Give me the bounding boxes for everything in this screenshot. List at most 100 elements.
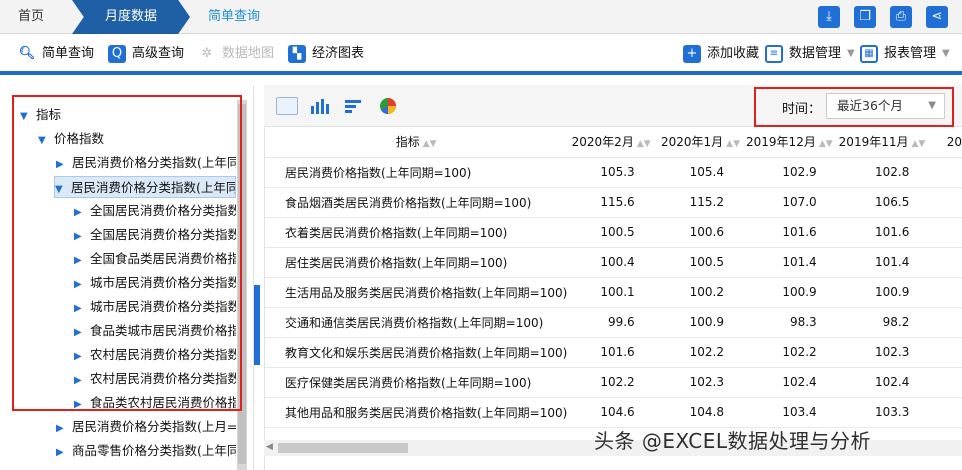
sort-icon: ▲▼ <box>726 139 741 150</box>
table-cell-value: 105.3 <box>567 157 657 188</box>
tree-leaf[interactable]: ▶ 农村居民消费价格分类指数( <box>74 344 236 366</box>
caret-right-icon: ▶ <box>56 159 64 170</box>
table-row[interactable]: 医疗保健类居民消费价格指数(上年同期=100) 102.2 102.3 102.4 10… <box>265 367 962 398</box>
table-row[interactable]: 生活用品及服务类居民消费价格指数(上年同期=100) 100.1 100.2 100.… <box>265 277 962 308</box>
time-range-select[interactable]: 最近36个月 ▼ <box>826 93 945 119</box>
share-icon[interactable]: ⋖ <box>926 6 948 28</box>
table-cell-empty <box>931 337 962 368</box>
col-header[interactable]: 20 <box>931 127 962 158</box>
row-indicator-name: 教育文化和娱乐类居民消费价格指数(上年同期=100) <box>265 337 568 368</box>
table-cell-value: 102.4 <box>838 367 932 398</box>
data-map-button[interactable]: ✲ 数据地图 <box>198 44 274 64</box>
tree-leaf[interactable]: ▶ 城市居民消费价格分类指数( <box>74 296 236 318</box>
tree-leaf[interactable]: ▶ 城市居民消费价格分类指数( <box>74 272 236 294</box>
caret-right-icon: ▶ <box>74 207 82 218</box>
data-table: 指标 ▲▼ 2020年2月 ▲▼ 2020年1月 ▲▼ 2019年12月 ▲▼ 2019… <box>265 127 962 428</box>
toolbar-divider <box>0 71 962 75</box>
caret-right-icon: ▶ <box>74 231 82 242</box>
table-row[interactable]: 衣着类居民消费价格指数(上年同期=100) 100.5 100.6 101.6 101.… <box>265 217 962 248</box>
report-manage-menu[interactable]: ▦ 报表管理 ▼ <box>860 44 950 64</box>
tree-leaf[interactable]: ▶ 全国居民消费价格分类指数( <box>74 224 236 246</box>
breadcrumb-month-data[interactable]: 月度数据 <box>72 0 190 34</box>
tree-leaf-label: 城市居民消费价格分类指数( <box>90 299 236 314</box>
breadcrumb-home[interactable]: 首页 <box>0 0 84 34</box>
table-icon: ▦ <box>860 45 878 63</box>
table-cell-value: 100.9 <box>838 277 932 308</box>
table-cell-value: 100.6 <box>656 217 747 248</box>
table-cell-value: 102.2 <box>746 337 839 368</box>
table-cell-value: 100.5 <box>567 217 657 248</box>
tree-node-label: 价格指数 <box>54 131 105 146</box>
chevron-down-icon: ▼ <box>847 48 855 59</box>
col-header[interactable]: 2020年2月 ▲▼ <box>567 127 657 158</box>
top-icon-group: ⤓ ❐ ⎙ ⋖ <box>818 6 948 28</box>
tree-leaf-label: 食品类农村居民消费价格指 <box>90 395 236 410</box>
print-icon[interactable]: ⎙ <box>890 6 912 28</box>
tree-leaf[interactable]: ▶ 农村居民消费价格分类指数( <box>74 368 236 390</box>
tree-node[interactable]: ▶ 商品零售价格分类指数(上年同期 <box>56 440 236 462</box>
simple-query-button[interactable]: 🔍︎ 简单查询 <box>18 44 94 64</box>
tree-leaf[interactable]: ▶ 食品类农村居民消费价格指 <box>74 392 236 414</box>
top-bar: 首页 月度数据 简单查询 ⤓ ❐ ⎙ ⋖ <box>0 0 962 34</box>
tree-node[interactable]: ▶ 居民消费价格分类指数(上年同期 <box>56 152 236 174</box>
table-cell-empty <box>931 277 962 308</box>
advanced-search-icon: Q <box>108 45 126 63</box>
table-cell-empty <box>931 187 962 218</box>
tree-leaf[interactable]: ▶ 全国食品类居民消费价格指 <box>74 248 236 270</box>
breadcrumb-current: 简单查询 <box>208 9 261 24</box>
table-row[interactable]: 其他用品和服务类居民消费价格指数(上年同期=100) 104.6 104.8 103.… <box>265 397 962 428</box>
tree-leaf[interactable]: ▶ 全国居民消费价格分类指数( <box>74 200 236 222</box>
advanced-query-button[interactable]: Q 高级查询 <box>108 44 184 64</box>
caret-right-icon: ▶ <box>74 255 82 266</box>
table-header-row: 指标 ▲▼ 2020年2月 ▲▼ 2020年1月 ▲▼ 2019年12月 ▲▼ 2019… <box>265 127 962 158</box>
caret-right-icon: ▶ <box>56 423 64 434</box>
tree-node-price-index[interactable]: ▼ 价格指数 <box>38 128 104 150</box>
tree-node-label: 商品零售价格分类指数(上年同期 <box>72 443 236 458</box>
horizontal-scrollbar-thumb[interactable] <box>278 443 408 453</box>
map-icon: ✲ <box>201 46 213 61</box>
col-header[interactable]: 2019年12月 ▲▼ <box>746 127 839 158</box>
caret-down-icon: ▼ <box>38 135 46 146</box>
pie-chart-icon[interactable] <box>377 97 399 115</box>
col-header[interactable]: 2020年1月 ▲▼ <box>656 127 747 158</box>
scroll-left-icon[interactable]: ◀ <box>266 442 273 452</box>
table-row[interactable]: 交通和通信类居民消费价格指数(上年同期=100) 99.6 100.9 98.3 98.… <box>265 307 962 338</box>
download-icon[interactable]: ⤓ <box>818 6 840 28</box>
report-manage-label: 报表管理 <box>884 46 937 61</box>
table-row[interactable]: 居民消费价格指数(上年同期=100) 105.3 105.4 102.9 102.8 <box>265 157 962 188</box>
table-row[interactable]: 教育文化和娱乐类居民消费价格指数(上年同期=100) 101.6 102.2 102.… <box>265 337 962 368</box>
tree-root-label: 指标 <box>36 107 62 122</box>
table-cell-value: 101.6 <box>838 217 932 248</box>
tree-leaf-label: 全国居民消费价格分类指数( <box>90 227 236 242</box>
table-row[interactable]: 居住类居民消费价格指数(上年同期=100) 100.4 100.5 101.4 101.… <box>265 247 962 278</box>
table-cell-value: 100.9 <box>656 307 747 338</box>
tree-scrollbar-thumb[interactable] <box>238 104 246 464</box>
bar-chart-icon[interactable] <box>309 97 331 115</box>
data-map-label: 数据地图 <box>222 46 275 61</box>
tree-scrollbar[interactable] <box>237 100 247 470</box>
tree-leaf[interactable]: ▶ 食品类城市居民消费价格指 <box>74 320 236 342</box>
horizontal-bar-icon[interactable] <box>343 97 365 115</box>
tree-root[interactable]: ▼ 指标 <box>20 104 61 126</box>
chart-grid-icon: ▚ <box>288 45 306 63</box>
col-header[interactable]: 2019年11月 ▲▼ <box>838 127 932 158</box>
table-cell-empty <box>931 397 962 428</box>
table-view-icon[interactable] <box>276 97 298 115</box>
panel-splitter[interactable] <box>254 285 260 365</box>
table-cell-value: 102.3 <box>656 367 747 398</box>
caret-right-icon: ▶ <box>74 399 82 410</box>
data-manage-menu[interactable]: ≡ 数据管理 ▼ <box>765 44 855 64</box>
copy-icon[interactable]: ❐ <box>854 6 876 28</box>
table-cell-empty <box>931 157 962 188</box>
tree-leaf-label: 全国食品类居民消费价格指 <box>90 251 236 266</box>
col-header-indicator[interactable]: 指标 ▲▼ <box>265 127 568 158</box>
table-row[interactable]: 食品烟酒类居民消费价格指数(上年同期=100) 115.6 115.2 107.0 10… <box>265 187 962 218</box>
main-toolbar: 🔍︎ 简单查询 Q 高级查询 ✲ 数据地图 ▚ 经济图表 + 添加收藏 ≡ 数据… <box>0 35 962 71</box>
tree-node-selected[interactable]: ▼ 居民消费价格分类指数(上年同期 <box>54 176 236 198</box>
row-indicator-name: 食品烟酒类居民消费价格指数(上年同期=100) <box>265 187 568 218</box>
caret-down-icon: ▼ <box>20 111 28 122</box>
add-favorite-button[interactable]: + 添加收藏 <box>683 44 759 64</box>
table-cell-value: 104.6 <box>567 397 657 428</box>
economic-chart-button[interactable]: ▚ 经济图表 <box>288 44 364 64</box>
tree-node[interactable]: ▶ 居民消费价格分类指数(上月=10 <box>56 416 236 438</box>
